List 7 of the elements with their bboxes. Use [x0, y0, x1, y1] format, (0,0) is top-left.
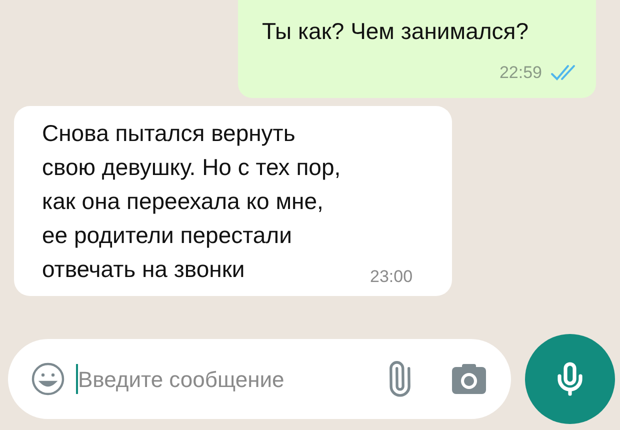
emoji-icon[interactable] [30, 361, 66, 397]
message-input[interactable]: Введите сообщение [78, 362, 371, 396]
camera-icon[interactable] [451, 363, 487, 395]
message-time: 22:59 [499, 62, 542, 84]
message-text: Ты как? Чем занимался? [261, 17, 529, 46]
message-text: Снова пытался вернуть свою девушку. Но с тех пор, как она переехала ко мне, ее родители перестали отвечать на звонки [42, 118, 342, 284]
message-time: 23:00 [370, 266, 413, 288]
